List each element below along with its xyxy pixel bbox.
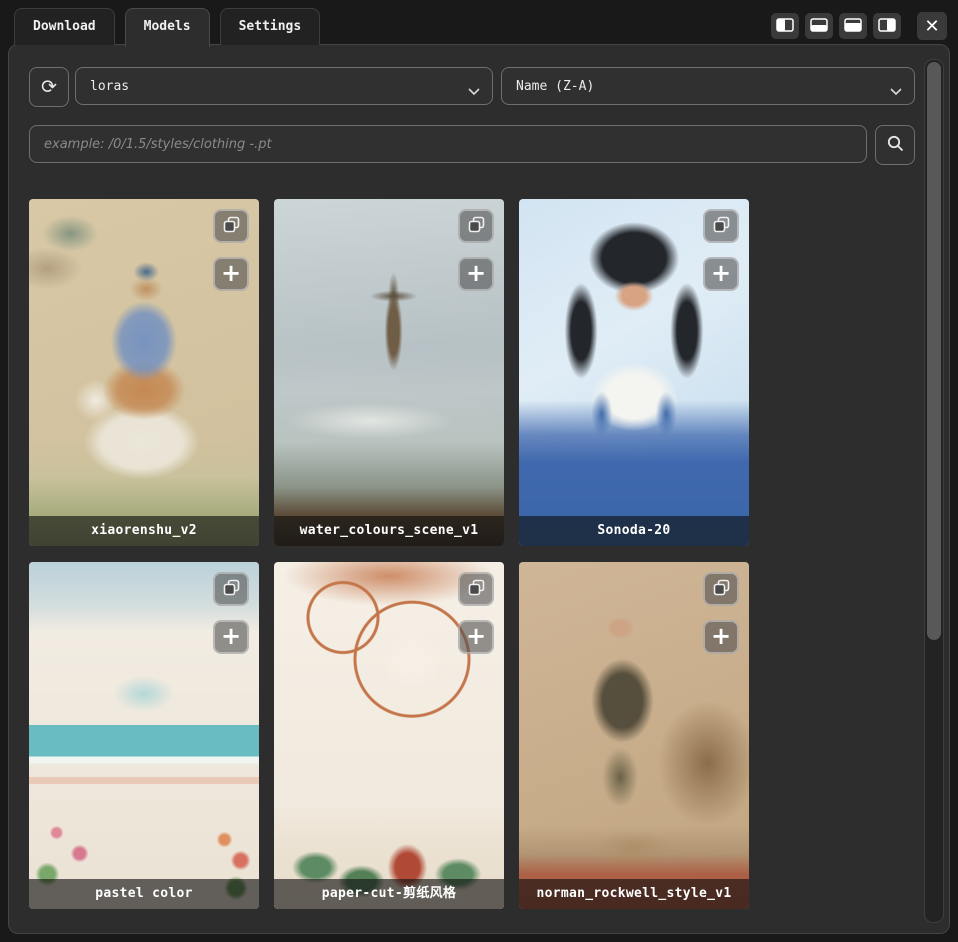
split-right-icon xyxy=(878,17,896,36)
model-card-xiaorenshu[interactable]: + xiaorenshu_v2 xyxy=(29,199,259,546)
search-icon xyxy=(886,134,904,156)
model-title: water_colours_scene_v1 xyxy=(274,516,504,546)
chevron-down-icon xyxy=(468,84,480,99)
copy-icon xyxy=(468,216,485,237)
model-card-norman-rockwell[interactable]: + norman_rockwell_style_v1 xyxy=(519,562,749,909)
tab-settings[interactable]: Settings xyxy=(220,8,321,45)
dock-left-button[interactable] xyxy=(771,13,799,39)
add-model-button[interactable]: + xyxy=(458,257,494,291)
plus-icon: + xyxy=(466,622,486,650)
copy-model-button[interactable] xyxy=(213,209,249,243)
copy-model-button[interactable] xyxy=(213,572,249,606)
tab-models[interactable]: Models xyxy=(125,8,210,47)
add-model-button[interactable]: + xyxy=(703,620,739,654)
scrollbar-thumb[interactable] xyxy=(927,62,941,640)
model-card-sonoda[interactable]: + Sonoda-20 xyxy=(519,199,749,546)
copy-icon xyxy=(223,216,240,237)
tab-download[interactable]: Download xyxy=(14,8,115,45)
dock-bottom-button[interactable] xyxy=(839,13,867,39)
model-type-value: loras xyxy=(90,79,129,94)
plus-icon: + xyxy=(711,622,731,650)
model-card-pastel-color[interactable]: + pastel color xyxy=(29,562,259,909)
model-thumbnail xyxy=(29,199,259,546)
copy-model-button[interactable] xyxy=(703,572,739,606)
model-type-select[interactable]: loras xyxy=(75,67,493,105)
plus-icon: + xyxy=(221,622,241,650)
close-icon: ✕ xyxy=(924,16,939,37)
model-title: Sonoda-20 xyxy=(519,516,749,546)
scrollbar-track[interactable] xyxy=(924,59,944,923)
add-model-button[interactable]: + xyxy=(703,257,739,291)
plus-icon: + xyxy=(466,259,486,287)
tab-bar: Download Models Settings xyxy=(14,8,320,47)
model-thumbnail xyxy=(519,562,749,909)
plus-icon: + xyxy=(221,259,241,287)
chevron-down-icon xyxy=(890,84,902,99)
add-model-button[interactable]: + xyxy=(458,620,494,654)
refresh-button[interactable]: ⟳ xyxy=(29,67,69,107)
model-thumbnail xyxy=(519,199,749,546)
model-thumbnail xyxy=(29,562,259,909)
search-button[interactable] xyxy=(875,125,915,165)
model-title: norman_rockwell_style_v1 xyxy=(519,879,749,909)
model-title: xiaorenshu_v2 xyxy=(29,516,259,546)
close-button[interactable]: ✕ xyxy=(917,12,947,40)
models-panel: ⟳ loras Name (Z-A) xyxy=(8,44,950,934)
model-manager-window: Download Models Settings ✕ xyxy=(0,0,958,942)
add-model-button[interactable]: + xyxy=(213,257,249,291)
model-thumbnail xyxy=(274,199,504,546)
plus-icon: + xyxy=(711,259,731,287)
copy-model-button[interactable] xyxy=(458,572,494,606)
model-thumbnail xyxy=(274,562,504,909)
dock-bottom-thin-button[interactable] xyxy=(805,13,833,39)
dock-right-button[interactable] xyxy=(873,13,901,39)
model-title: paper-cut-剪纸风格 xyxy=(274,879,504,909)
window-controls: ✕ xyxy=(771,12,947,40)
dock-bottom-icon xyxy=(844,17,862,36)
copy-icon xyxy=(468,579,485,600)
copy-icon xyxy=(713,216,730,237)
copy-icon xyxy=(223,579,240,600)
copy-icon xyxy=(713,579,730,600)
sort-select[interactable]: Name (Z-A) xyxy=(501,67,915,105)
add-model-button[interactable]: + xyxy=(213,620,249,654)
search-input[interactable] xyxy=(29,125,867,163)
copy-model-button[interactable] xyxy=(703,209,739,243)
sort-value: Name (Z-A) xyxy=(516,79,594,94)
model-title: pastel color xyxy=(29,879,259,909)
model-card-grid: + xiaorenshu_v2 + water_colours_scene_v1 xyxy=(29,199,749,909)
copy-model-button[interactable] xyxy=(458,209,494,243)
split-left-icon xyxy=(776,17,794,36)
split-bottom-icon xyxy=(810,17,828,36)
model-card-water-colours[interactable]: + water_colours_scene_v1 xyxy=(274,199,504,546)
model-card-paper-cut[interactable]: + paper-cut-剪纸风格 xyxy=(274,562,504,909)
refresh-icon: ⟳ xyxy=(41,76,57,98)
